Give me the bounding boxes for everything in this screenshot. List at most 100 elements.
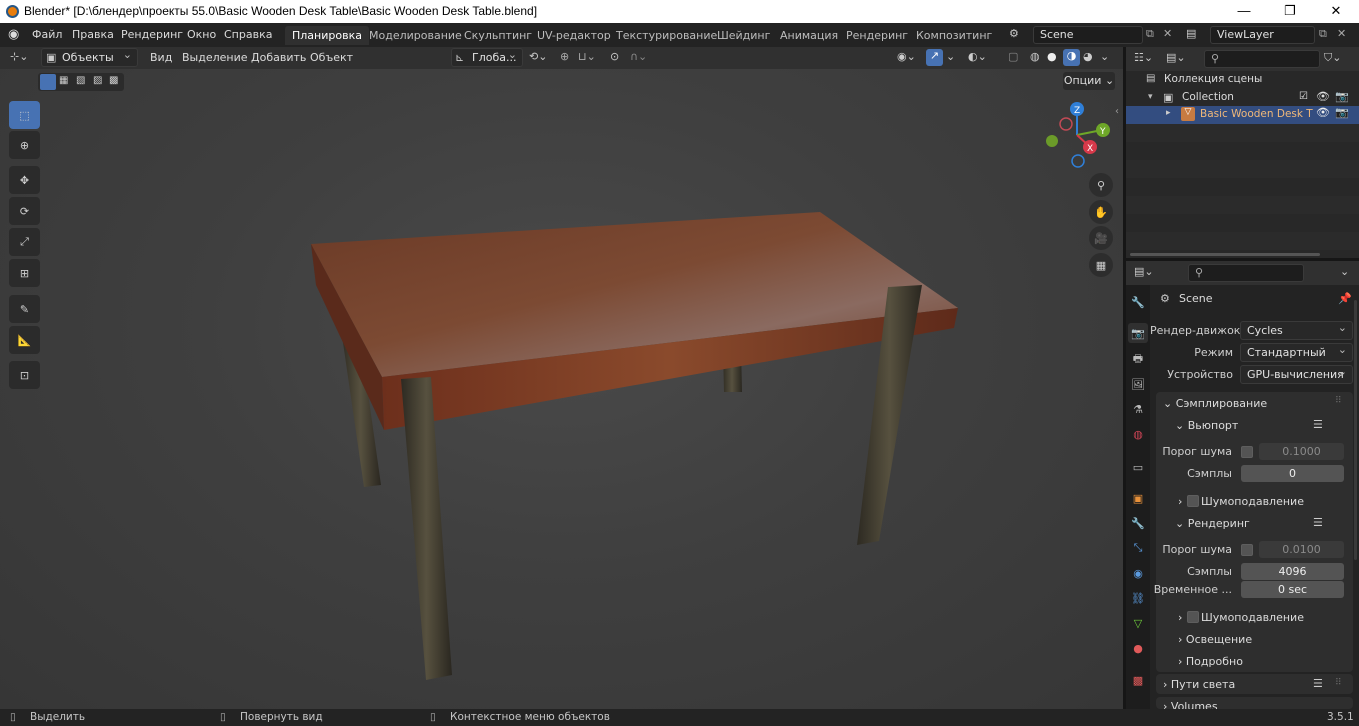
new-scene-icon[interactable]: ⧉ — [1146, 27, 1154, 41]
annotate-icon[interactable]: ✎ — [9, 295, 40, 323]
scale-icon[interactable]: ⤢ — [9, 228, 40, 256]
render-presets-icon[interactable]: ☰ — [1313, 516, 1323, 529]
gizmo-toggle-icon[interactable]: ↗ — [926, 49, 943, 66]
object-render-icon[interactable]: 📷 — [1335, 106, 1349, 119]
collection-label[interactable]: Collection — [1182, 91, 1234, 103]
tab-compositing[interactable]: Композитинг — [909, 26, 999, 45]
viewport-denoise-checkbox[interactable] — [1187, 495, 1199, 507]
sidebar-toggle-icon[interactable]: ‹ — [1115, 106, 1119, 117]
select-new-icon[interactable] — [40, 74, 56, 90]
falloff-icon[interactable]: ∩⌄ — [630, 50, 647, 63]
blender-menu-icon[interactable]: ◉ — [8, 27, 19, 42]
collection-tab-icon[interactable]: ▭ — [1128, 457, 1148, 477]
properties-options-icon[interactable]: ⌄ — [1340, 265, 1349, 278]
scene-collection-label[interactable]: Коллекция сцены — [1164, 73, 1262, 85]
viewport-presets-icon[interactable]: ☰ — [1313, 418, 1323, 431]
delete-view-layer-icon[interactable]: ✕ — [1337, 27, 1346, 40]
menu-file[interactable]: Файл — [32, 28, 62, 41]
delete-scene-icon[interactable]: ✕ — [1163, 27, 1172, 40]
object-tab-icon[interactable]: ▣ — [1128, 488, 1148, 508]
time-limit-field[interactable]: 0 sec — [1241, 581, 1344, 598]
snap-icon[interactable]: ⊕ — [560, 50, 569, 63]
world-tab-icon[interactable]: ◍ — [1128, 424, 1148, 444]
render-tab-icon[interactable]: 📷 — [1128, 323, 1148, 343]
select-subtract-icon[interactable]: ▧ — [76, 75, 85, 86]
object-label[interactable]: Basic Wooden Desk T — [1200, 108, 1313, 120]
viewport-menu-select[interactable]: Выделение — [182, 51, 248, 64]
gizmo-neg-z[interactable] — [1071, 154, 1085, 168]
scene-icon[interactable]: ⚙ — [1009, 27, 1019, 40]
viewport-subpanel-header[interactable]: ⌄ Вьюпорт — [1175, 419, 1238, 432]
sampling-header[interactable]: ⌄ Сэмплирование — [1163, 397, 1267, 410]
menu-help[interactable]: Справка — [224, 28, 272, 41]
drag-handle-icon[interactable]: ⠿ — [1335, 678, 1342, 688]
feature-set-dropdown[interactable]: Стандартный — [1240, 341, 1353, 362]
gizmo-neg-y[interactable] — [1046, 135, 1058, 147]
outliner-scrollbar[interactable] — [1130, 253, 1320, 256]
render-noise-threshold-field[interactable]: 0.0100 — [1259, 541, 1344, 558]
gizmo-dropdown-icon[interactable]: ⌄ — [946, 50, 955, 63]
material-tab-icon[interactable]: ● — [1128, 638, 1148, 658]
viewport-menu-add[interactable]: Добавить — [251, 51, 306, 64]
cursor-icon[interactable]: ⊕ — [9, 131, 40, 159]
light-paths-presets-icon[interactable]: ☰ — [1313, 677, 1323, 690]
scene-field[interactable]: Scene — [1033, 26, 1143, 44]
properties-editor-icon[interactable]: ▤⌄ — [1134, 265, 1154, 278]
collection-render-icon[interactable]: 📷 — [1335, 90, 1349, 103]
view-layer-tab-icon[interactable]: 🖼 — [1128, 374, 1148, 394]
render-engine-dropdown[interactable]: Cycles — [1240, 319, 1353, 340]
object-visibility-icon[interactable]: 👁 — [1316, 106, 1330, 119]
3d-viewport[interactable] — [0, 47, 1123, 709]
tab-layout[interactable]: Планировка — [285, 26, 369, 45]
drag-handle-icon[interactable]: ⠿ — [1335, 396, 1342, 406]
tab-texture-paint[interactable]: Текстурирование — [609, 26, 724, 45]
render-subpanel-header[interactable]: ⌄ Рендеринг — [1175, 517, 1250, 530]
perspective-grid-icon[interactable]: ▦ — [1089, 253, 1113, 277]
tool-tab-icon[interactable]: 🔧 — [1128, 292, 1148, 312]
pan-hand-icon[interactable]: ✋ — [1089, 200, 1113, 224]
output-tab-icon[interactable]: 🖶 — [1128, 349, 1148, 369]
particles-tab-icon[interactable]: ⤡ — [1128, 538, 1148, 558]
render-noise-threshold-checkbox[interactable] — [1241, 544, 1253, 556]
tab-animation[interactable]: Анимация — [773, 26, 845, 45]
select-box-icon[interactable]: ⬚ — [9, 101, 40, 129]
viewport-denoise-header[interactable]: › — [1178, 495, 1182, 508]
navigation-gizmo[interactable]: Z Y X — [1040, 100, 1115, 172]
physics-tab-icon[interactable]: ◉ — [1128, 563, 1148, 583]
options-dropdown[interactable]: Опции ⌄ — [1063, 72, 1115, 90]
select-intersect-icon[interactable]: ▩ — [109, 75, 118, 86]
expand-object-icon[interactable]: ▸ — [1166, 108, 1171, 118]
scene-tab-icon[interactable]: ⚗ — [1128, 399, 1148, 419]
viewport-noise-threshold-field[interactable]: 0.1000 — [1259, 443, 1344, 460]
viewport-samples-field[interactable]: 0 — [1241, 465, 1344, 482]
minimize-icon[interactable]: — — [1221, 0, 1267, 23]
viewport-menu-object[interactable]: Объект — [310, 51, 353, 64]
zoom-icon[interactable]: ⚲ — [1089, 173, 1113, 197]
snap-target-icon[interactable]: ⊔⌄ — [578, 50, 596, 63]
render-denoise-checkbox[interactable] — [1187, 611, 1199, 623]
tab-uv-editing[interactable]: UV-редактор — [530, 26, 618, 45]
gizmo-neg-x[interactable] — [1059, 117, 1073, 131]
render-denoise-header[interactable]: › — [1178, 611, 1182, 624]
tab-shading[interactable]: Шейдинг — [710, 26, 777, 45]
camera-icon[interactable]: 🎥 — [1089, 226, 1113, 250]
material-shading-icon[interactable]: ◑ — [1063, 49, 1080, 66]
lighting-subpanel-header[interactable]: › Освещение — [1178, 633, 1252, 646]
tab-rendering[interactable]: Рендеринг — [839, 26, 915, 45]
properties-search-input[interactable]: ⚲ — [1188, 264, 1304, 282]
properties-scrollbar[interactable] — [1354, 300, 1357, 560]
close-icon[interactable]: ✕ — [1313, 0, 1359, 23]
select-invert-icon[interactable]: ▨ — [93, 75, 102, 86]
render-samples-field[interactable]: 4096 — [1241, 563, 1344, 580]
view-layer-icon[interactable]: ▤ — [1186, 27, 1196, 40]
modifiers-tab-icon[interactable]: 🔧 — [1128, 513, 1148, 533]
menu-render[interactable]: Рендеринг — [121, 28, 183, 41]
outliner-display-mode-icon[interactable]: ▤⌄ — [1166, 51, 1186, 64]
rendered-shading-icon[interactable]: ◕ — [1083, 50, 1093, 63]
pin-icon[interactable]: 📌 — [1338, 292, 1352, 305]
collection-checkbox-icon[interactable]: ☑ — [1299, 91, 1308, 102]
rotate-icon[interactable]: ⟳ — [9, 197, 40, 225]
constraints-tab-icon[interactable]: ⛓ — [1128, 588, 1148, 608]
proportional-edit-icon[interactable]: ⊙ — [610, 50, 619, 63]
menu-window[interactable]: Окно — [187, 28, 216, 41]
